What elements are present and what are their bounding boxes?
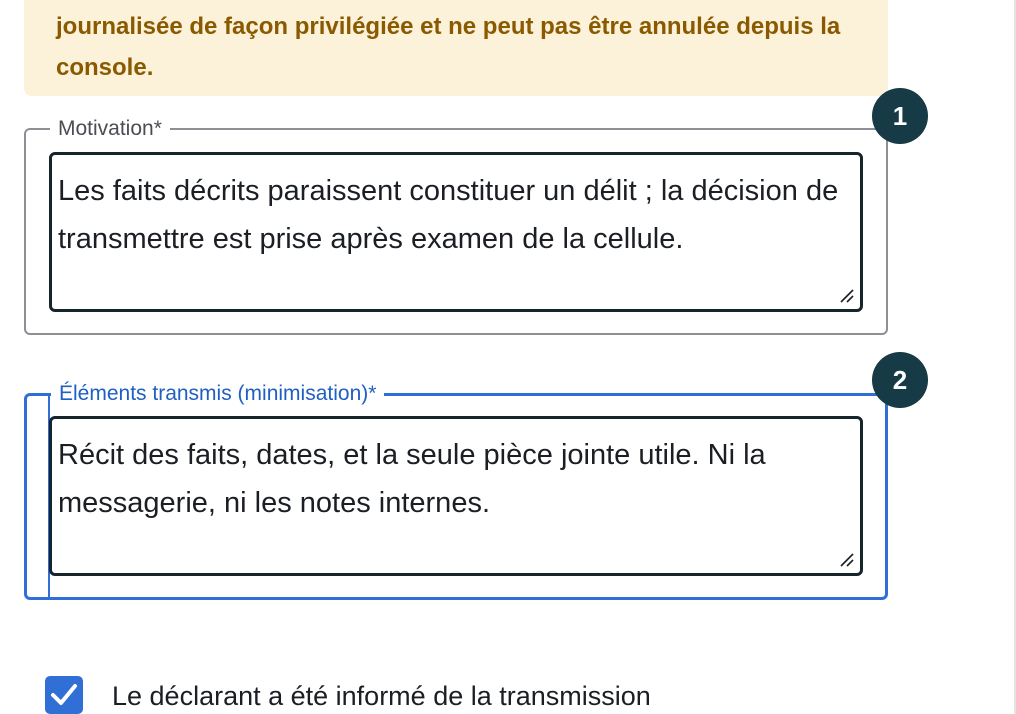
motivation-value: Les faits décrits paraissent constituer … (58, 175, 839, 255)
step-badge-1: 1 (872, 88, 928, 144)
motivation-textarea[interactable]: Les faits décrits paraissent constituer … (49, 152, 863, 312)
warning-text: journalisée de façon privilégiée et ne p… (56, 13, 841, 81)
elements-value: Récit des faits, dates, et la seule pièc… (58, 439, 766, 519)
resize-grip-icon[interactable] (838, 287, 854, 303)
checkmark-icon (51, 684, 77, 705)
step-badge-2: 2 (872, 352, 928, 408)
resize-grip-icon[interactable] (838, 551, 854, 567)
elements-textarea[interactable]: Récit des faits, dates, et la seule pièc… (49, 416, 863, 576)
declarant-informed-label[interactable]: Le déclarant a été informé de la transmi… (112, 676, 651, 714)
elements-label: Éléments transmis (minimisation)* (59, 382, 377, 405)
declarant-informed-checkbox[interactable] (45, 676, 83, 714)
warning-notice: journalisée de façon privilégiée et ne p… (24, 0, 888, 96)
motivation-label: Motivation* (58, 117, 162, 140)
transmission-form-page: journalisée de façon privilégiée et ne p… (0, 0, 1016, 714)
